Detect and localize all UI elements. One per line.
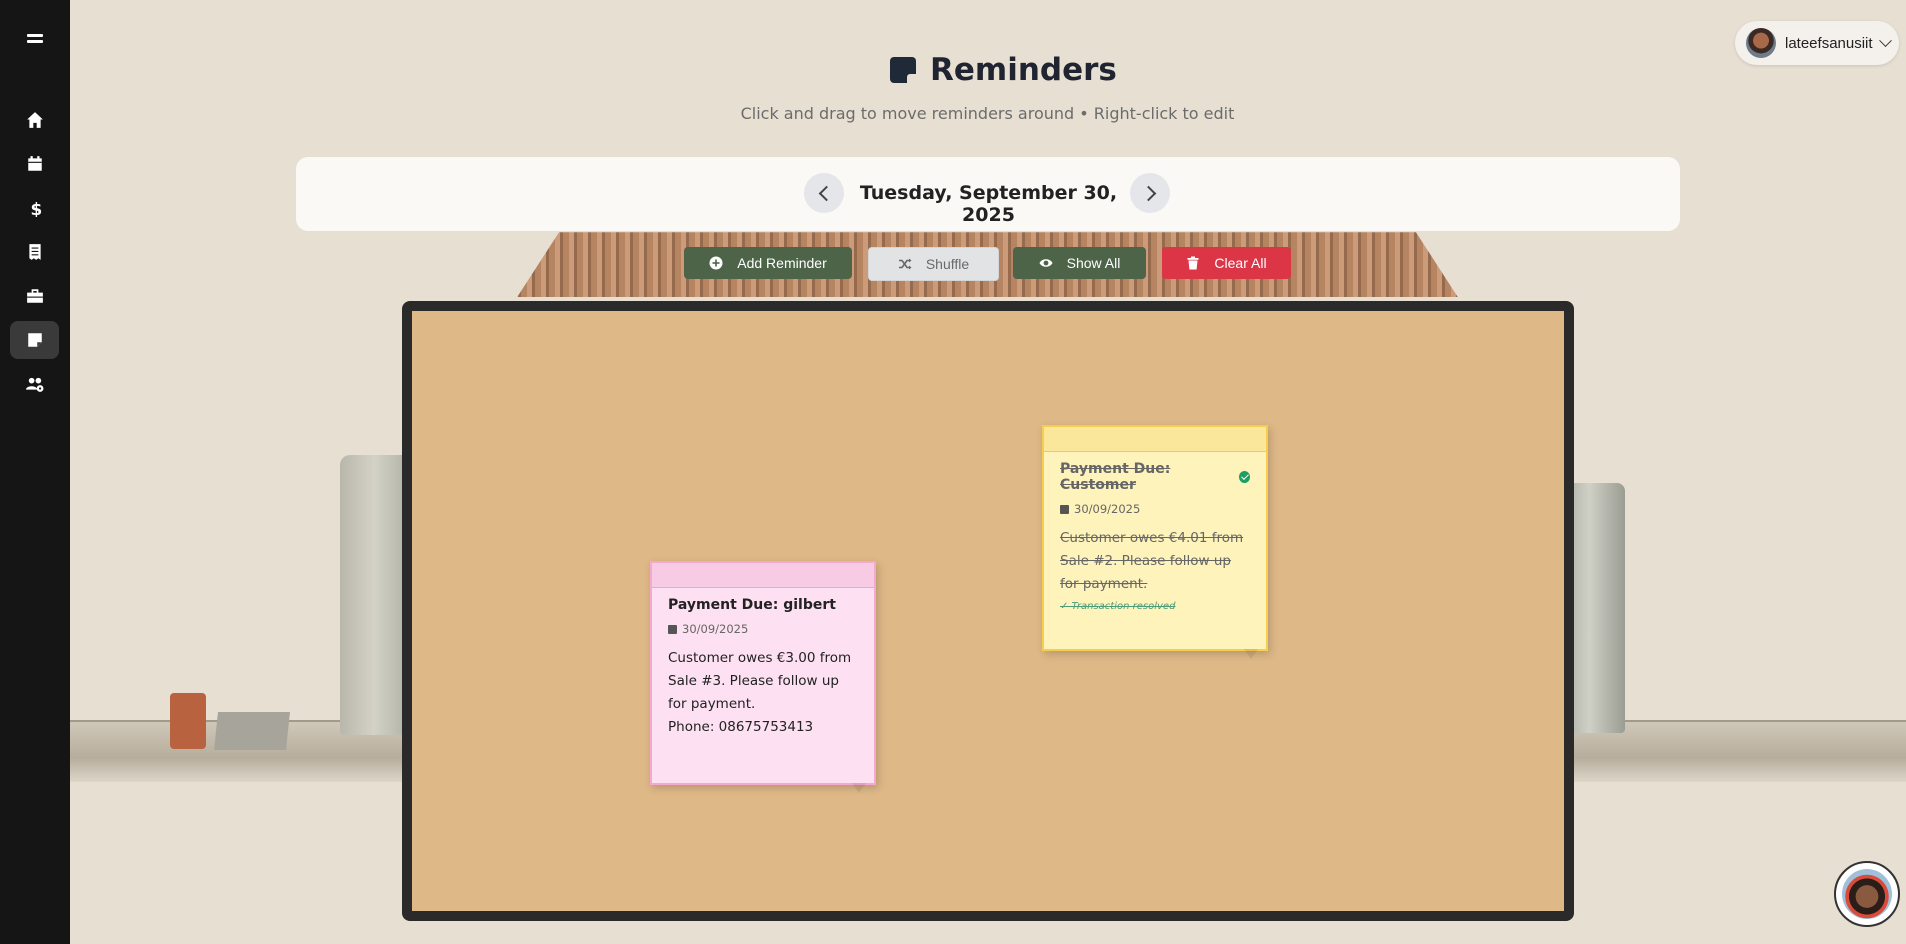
sidebar-item-reminders[interactable] [10, 321, 59, 359]
note-title: Payment Due: Customer [1060, 461, 1250, 493]
user-menu[interactable]: lateefsanusiit [1735, 21, 1899, 65]
note-date-text: 30/09/2025 [682, 622, 749, 636]
calendar-icon [1060, 504, 1069, 514]
sticky-note[interactable]: Payment Due: gilbert 30/09/2025 Customer… [650, 561, 876, 793]
clear-all-button[interactable]: Clear All [1162, 247, 1291, 279]
dollar-icon: $ [30, 199, 42, 217]
sidebar-item-receipts[interactable] [10, 233, 59, 271]
shuffle-label: Shuffle [925, 256, 970, 272]
menu-toggle-icon[interactable] [24, 29, 46, 47]
note-message: Customer owes €3.00 from Sale #3. Please… [668, 650, 852, 712]
note-fold [1244, 649, 1258, 659]
note-title-text: Payment Due: Customer [1060, 461, 1171, 493]
assistant-avatar [1842, 869, 1892, 919]
note-status: ✓ Transaction resolved [1060, 601, 1176, 612]
page-subtitle: Click and drag to move reminders around … [740, 104, 1235, 123]
plus-circle-icon [709, 256, 723, 270]
corkboard: Payment Due: gilbert 30/09/2025 Customer… [412, 311, 1564, 911]
clear-all-label: Clear All [1214, 255, 1267, 271]
chevron-left-icon [818, 185, 834, 201]
page-title-text: Reminders [930, 52, 1117, 88]
trash-icon [1187, 256, 1199, 270]
reminder-board: Payment Due: gilbert 30/09/2025 Customer… [402, 301, 1574, 921]
username: lateefsanusiit [1785, 34, 1873, 52]
sticky-note-icon [890, 57, 916, 83]
note-drag-handle[interactable] [652, 563, 874, 588]
sidebar: $ [0, 0, 70, 944]
date-navigator: Tuesday, September 30, 2025 [296, 157, 1680, 231]
note-title: Payment Due: gilbert [668, 597, 836, 613]
check-circle-icon [1239, 471, 1250, 483]
add-reminder-label: Add Reminder [737, 255, 827, 271]
bucket-illustration [170, 693, 206, 749]
sidebar-item-sales[interactable]: $ [10, 189, 59, 227]
sidebar-item-home[interactable] [10, 101, 59, 139]
briefcase-icon [26, 289, 43, 303]
show-all-label: Show All [1066, 255, 1121, 271]
crate-illustration [214, 712, 290, 750]
next-day-button[interactable] [1130, 173, 1170, 213]
sidebar-item-business[interactable] [10, 277, 59, 315]
home-icon [26, 112, 43, 128]
sticky-note-icon [27, 333, 42, 347]
shuffle-icon [898, 258, 912, 270]
note-fold [852, 783, 866, 793]
add-reminder-button[interactable]: Add Reminder [684, 247, 852, 279]
note-date: 30/09/2025 [668, 622, 858, 636]
assistant-avatar-button[interactable] [1834, 861, 1900, 927]
chevron-right-icon [1140, 185, 1156, 201]
note-date: 30/09/2025 [1060, 502, 1250, 516]
note-date-text: 30/09/2025 [1074, 502, 1141, 516]
note-message: Customer owes €4.01 from Sale #2. Please… [1060, 530, 1244, 592]
sticky-note[interactable]: Payment Due: Customer 30/09/2025 Custome… [1042, 425, 1268, 659]
shuffle-button[interactable]: Shuffle [868, 247, 999, 281]
page-title: Reminders [890, 52, 1117, 88]
calendar-icon [668, 624, 677, 634]
note-drag-handle[interactable] [1044, 427, 1266, 452]
current-date: Tuesday, September 30, 2025 [859, 182, 1118, 226]
show-all-button[interactable]: Show All [1013, 247, 1146, 279]
calendar-icon [27, 156, 42, 171]
avatar [1746, 28, 1776, 58]
sidebar-item-calendar[interactable] [10, 145, 59, 183]
receipt-icon [28, 244, 41, 260]
note-text: Customer owes €3.00 from Sale #3. Please… [668, 647, 858, 739]
note-phone: Phone: 08675753413 [668, 719, 814, 735]
eye-icon [1039, 259, 1053, 267]
chevron-down-icon [1878, 33, 1892, 47]
svg-text:$: $ [30, 199, 42, 217]
sidebar-item-users[interactable] [10, 365, 59, 403]
users-cog-icon [25, 377, 43, 392]
